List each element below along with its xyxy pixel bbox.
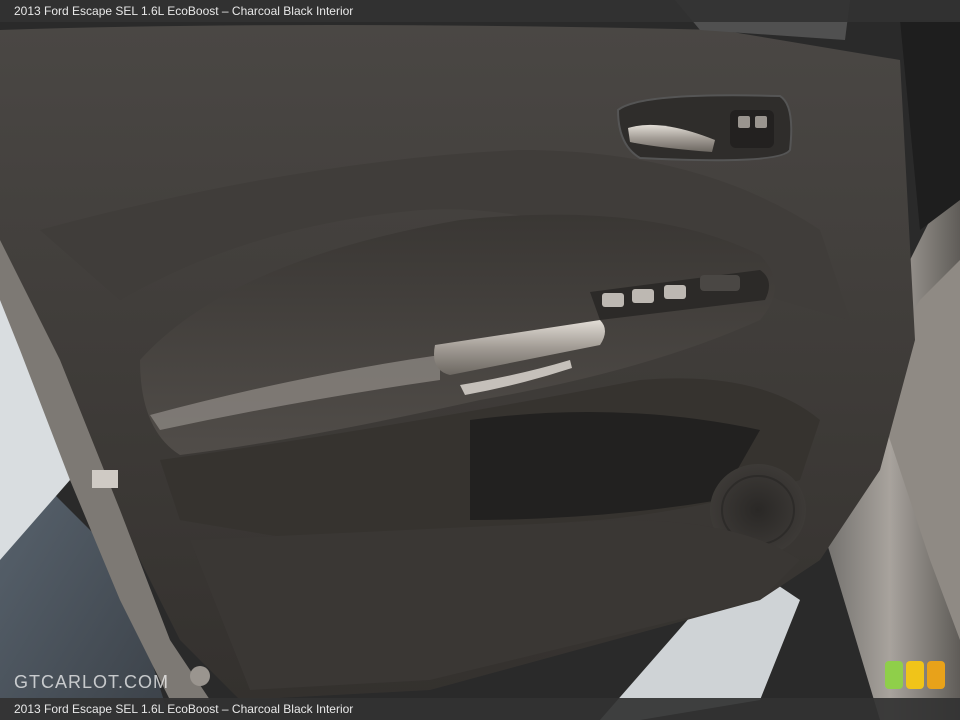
caption-top: 2013 Ford Escape SEL 1.6L EcoBoost – Cha… (0, 0, 960, 22)
watermark-text: GTCARLOT.COM (14, 672, 170, 692)
caption-bottom: 2013 Ford Escape SEL 1.6L EcoBoost – Cha… (0, 698, 960, 720)
door-panel-photo (0, 0, 960, 720)
gallery-badge-icon (885, 661, 945, 689)
